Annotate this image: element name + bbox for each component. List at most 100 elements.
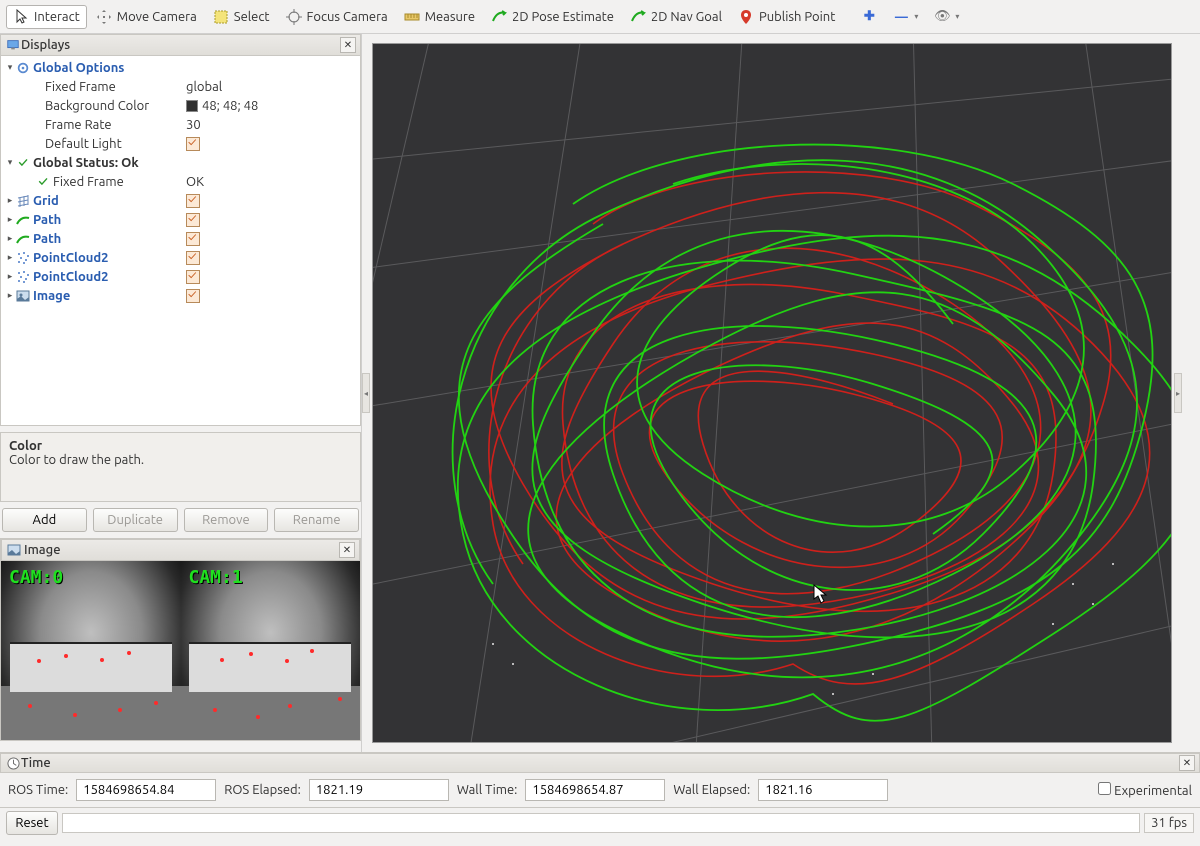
help-desc: Color to draw the path. (9, 453, 352, 467)
ros-time-input[interactable] (76, 779, 216, 801)
camera-view: CAM:0 CAM:1 (1, 561, 360, 740)
image-node[interactable]: ▸Image (1, 286, 360, 305)
monitor-icon (5, 37, 21, 53)
image-panel: Image ✕ CAM:0 CAM:1 (0, 538, 361, 741)
wall-elapsed-label: Wall Elapsed: (673, 783, 750, 797)
collapse-icon[interactable]: ▸ (5, 252, 15, 263)
grid-checkbox[interactable] (186, 194, 200, 208)
duplicate-button[interactable]: Duplicate (93, 508, 178, 532)
image-panel-header[interactable]: Image ✕ (1, 539, 360, 561)
move-camera-label: Move Camera (117, 10, 197, 24)
fixed-frame-status-value: OK (186, 175, 356, 189)
pointcloud1-node[interactable]: ▸PointCloud2 (1, 248, 360, 267)
visibility-button[interactable]: 👁▾ (927, 5, 966, 29)
nav-goal-label: 2D Nav Goal (651, 10, 722, 24)
frame-rate-row[interactable]: Frame Rate30 (1, 115, 360, 134)
clock-icon (5, 755, 21, 771)
nav-goal-button[interactable]: 2D Nav Goal (623, 5, 729, 29)
grid-icon (15, 193, 31, 209)
pc1-checkbox[interactable] (186, 251, 200, 265)
path2-node[interactable]: ▸Path (1, 229, 360, 248)
expand-icon[interactable]: ▾ (5, 62, 15, 73)
reset-button[interactable]: Reset (6, 811, 58, 835)
select-icon (213, 9, 229, 25)
time-fields: ROS Time: ROS Elapsed: Wall Time: Wall E… (0, 773, 1200, 807)
pointcloud-icon (15, 250, 31, 266)
grid-node[interactable]: ▸Grid (1, 191, 360, 210)
status-bar (62, 813, 1140, 833)
3d-viewport[interactable] (372, 43, 1172, 743)
image-checkbox[interactable] (186, 289, 200, 303)
select-button[interactable]: Select (206, 5, 277, 29)
global-status-node[interactable]: ▾ Global Status: Ok (1, 153, 360, 172)
fixed-frame-status-row[interactable]: Fixed FrameOK (1, 172, 360, 191)
path1-checkbox[interactable] (186, 213, 200, 227)
ros-elapsed-input[interactable] (309, 779, 449, 801)
fixed-frame-row[interactable]: Fixed Frameglobal (1, 77, 360, 96)
wall-time-label: Wall Time: (457, 783, 518, 797)
left-column: Displays ✕ ▾ Global Options Fixed Frameg… (0, 34, 362, 752)
time-panel: Time ✕ ROS Time: ROS Elapsed: Wall Time:… (0, 752, 1200, 807)
fixed-frame-value[interactable]: global (186, 80, 356, 94)
collapse-icon[interactable]: ▸ (5, 195, 15, 206)
bg-color-value[interactable]: 48; 48; 48 (186, 99, 356, 113)
image-title: Image (24, 543, 61, 557)
path-icon (15, 231, 31, 247)
wall-elapsed-input[interactable] (758, 779, 888, 801)
collapse-icon[interactable]: ▸ (5, 271, 15, 282)
add-button[interactable]: Add (2, 508, 87, 532)
collapse-left-button[interactable]: ◂ (362, 373, 370, 413)
marker-icon (738, 9, 754, 25)
remove-small-button[interactable]: —▾ (886, 5, 925, 29)
chevron-down-icon: ▾ (955, 12, 959, 21)
default-light-checkbox[interactable] (186, 137, 200, 151)
pointcloud-icon (15, 269, 31, 285)
global-status-label: Global Status: Ok (33, 156, 139, 170)
ros-time-label: ROS Time: (8, 783, 68, 797)
experimental-checkbox[interactable] (1098, 782, 1111, 795)
color-swatch-icon (186, 100, 198, 112)
path1-node[interactable]: ▸Path (1, 210, 360, 229)
fps-display: 31 fps (1144, 813, 1194, 833)
close-displays-button[interactable]: ✕ (340, 37, 356, 53)
experimental-check[interactable]: Experimental (1098, 782, 1192, 798)
interact-button[interactable]: Interact (6, 5, 87, 29)
cam0-label: CAM:0 (9, 567, 63, 588)
path-icon (15, 212, 31, 228)
frame-rate-value[interactable]: 30 (186, 118, 356, 132)
time-panel-header[interactable]: Time ✕ (0, 753, 1200, 773)
displays-tree[interactable]: ▾ Global Options Fixed Frameglobal Backg… (0, 56, 361, 426)
close-image-button[interactable]: ✕ (339, 542, 355, 558)
collapse-right-button[interactable]: ▸ (1174, 373, 1182, 413)
displays-panel-header[interactable]: Displays ✕ (0, 34, 361, 56)
expand-icon[interactable]: ▾ (5, 157, 15, 168)
collapse-icon[interactable]: ▸ (5, 233, 15, 244)
add-small-button[interactable]: ✚ (854, 5, 884, 29)
camera-1: CAM:1 (181, 561, 361, 740)
select-label: Select (234, 10, 270, 24)
publish-point-label: Publish Point (759, 10, 835, 24)
move-camera-button[interactable]: Move Camera (89, 5, 204, 29)
pose-estimate-button[interactable]: 2D Pose Estimate (484, 5, 621, 29)
publish-point-button[interactable]: Publish Point (731, 5, 842, 29)
chevron-down-icon: ▾ (914, 12, 918, 21)
default-light-row[interactable]: Default Light (1, 134, 360, 153)
image-icon (15, 288, 31, 304)
remove-button[interactable]: Remove (184, 508, 269, 532)
collapse-icon[interactable]: ▸ (5, 214, 15, 225)
rename-button[interactable]: Rename (274, 508, 359, 532)
pc2-checkbox[interactable] (186, 270, 200, 284)
global-options-node[interactable]: ▾ Global Options (1, 58, 360, 77)
pointcloud2-node[interactable]: ▸PointCloud2 (1, 267, 360, 286)
measure-button[interactable]: Measure (397, 5, 482, 29)
move-icon (96, 9, 112, 25)
status-bar-row: Reset 31 fps (0, 807, 1200, 837)
property-help: Color Color to draw the path. (0, 432, 361, 502)
bg-color-row[interactable]: Background Color48; 48; 48 (1, 96, 360, 115)
close-time-button[interactable]: ✕ (1179, 755, 1195, 771)
collapse-icon[interactable]: ▸ (5, 290, 15, 301)
path2-checkbox[interactable] (186, 232, 200, 246)
wall-time-input[interactable] (525, 779, 665, 801)
global-options-label: Global Options (33, 61, 124, 75)
focus-camera-button[interactable]: Focus Camera (279, 5, 395, 29)
